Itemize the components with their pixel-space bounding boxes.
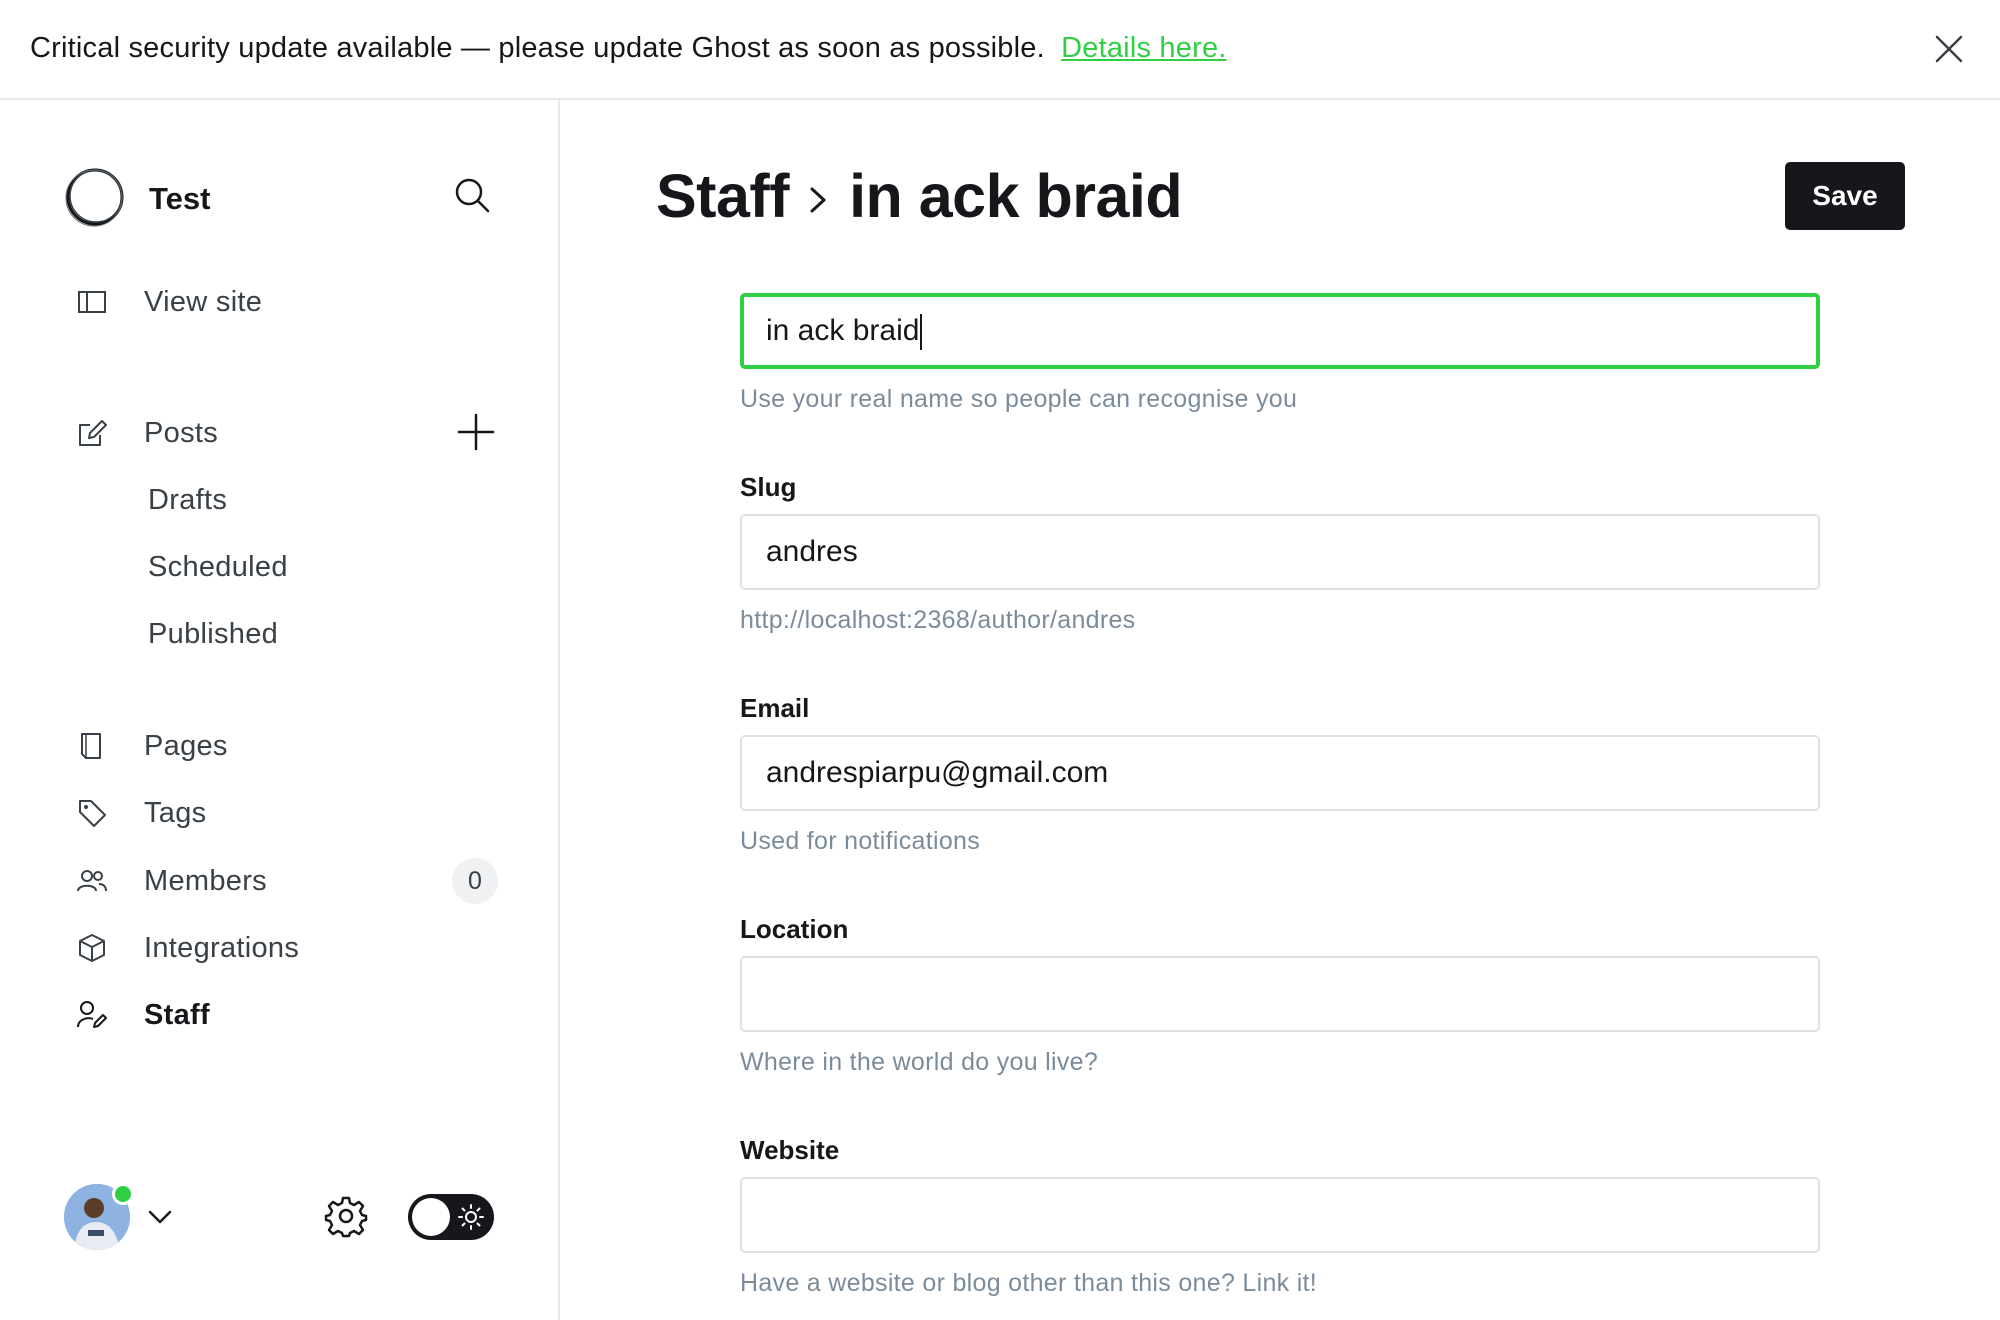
email-value: andrespiarpu@gmail.com <box>766 756 1109 789</box>
nav-staff[interactable]: Staff <box>56 987 506 1043</box>
close-icon[interactable] <box>1932 32 1966 66</box>
nav-members-label: Members <box>144 865 267 897</box>
nav-posts[interactable]: Posts <box>56 405 506 461</box>
website-label: Website <box>740 1135 840 1165</box>
nav-tags-label: Tags <box>144 797 207 829</box>
nav-pages[interactable]: Pages <box>56 718 506 774</box>
online-status-dot <box>112 1183 134 1205</box>
page-title: Staff in ack braid <box>656 158 1183 234</box>
slug-url-help: http://localhost:2368/author/andres <box>740 606 1136 634</box>
nav-integrations-label: Integrations <box>144 932 300 964</box>
full-name-input[interactable]: in ack braid <box>740 293 1820 369</box>
text-caret <box>920 314 923 351</box>
search-icon[interactable] <box>452 175 492 215</box>
nav-posts-label: Posts <box>144 417 219 449</box>
banner-message: Critical security update available — ple… <box>30 32 1045 64</box>
location-input[interactable] <box>740 956 1820 1032</box>
site-logo-icon <box>65 168 124 227</box>
chevron-down-icon[interactable] <box>146 1205 174 1229</box>
add-post-icon[interactable] <box>456 412 496 452</box>
theme-toggle[interactable] <box>408 1194 494 1240</box>
nav-view-site[interactable]: View site <box>56 274 506 330</box>
edit-icon <box>79 420 107 446</box>
slug-input[interactable]: andres <box>740 514 1820 590</box>
update-banner: Critical security update available — ple… <box>0 0 2000 100</box>
nav-published[interactable]: Published <box>148 618 278 651</box>
slug-value: andres <box>766 535 858 568</box>
site-name[interactable]: Test <box>149 181 210 217</box>
staff-icon <box>77 1001 107 1028</box>
toggle-knob <box>412 1198 450 1236</box>
sun-icon <box>458 1204 484 1230</box>
view-site-icon <box>78 291 106 313</box>
slug-label: Slug <box>740 472 797 502</box>
email-label: Email <box>740 693 810 723</box>
breadcrumb-current: in ack braid <box>849 162 1183 230</box>
banner-details-link[interactable]: Details here. <box>1061 32 1226 64</box>
page-icon <box>81 733 101 759</box>
website-input[interactable] <box>740 1177 1820 1253</box>
nav-members[interactable]: Members <box>56 853 506 909</box>
nav-view-site-label: View site <box>144 286 263 318</box>
members-count-badge: 0 <box>452 858 498 904</box>
members-icon <box>77 870 107 892</box>
breadcrumb-staff-link[interactable]: Staff <box>656 161 790 231</box>
website-help: Have a website or blog other than this o… <box>740 1269 1318 1297</box>
banner-message-wrap: Critical security update available — ple… <box>30 32 1227 65</box>
email-help: Used for notifications <box>740 827 981 855</box>
full-name-value: in ack braid <box>766 314 920 347</box>
chevron-right-icon <box>810 187 826 213</box>
nav-scheduled[interactable]: Scheduled <box>148 551 288 584</box>
nav-staff-label: Staff <box>144 999 210 1031</box>
email-input[interactable]: andrespiarpu@gmail.com <box>740 735 1820 811</box>
location-help: Where in the world do you live? <box>740 1048 1099 1076</box>
nav-drafts[interactable]: Drafts <box>148 484 227 517</box>
save-button[interactable]: Save <box>1785 162 1905 230</box>
integrations-icon <box>79 934 105 962</box>
location-label: Location <box>740 914 849 944</box>
tag-icon <box>79 800 106 827</box>
nav-pages-label: Pages <box>144 730 228 762</box>
nav-integrations[interactable]: Integrations <box>56 920 506 976</box>
full-name-help: Use your real name so people can recogni… <box>740 385 1298 413</box>
nav-tags[interactable]: Tags <box>56 785 506 841</box>
gear-icon[interactable] <box>324 1194 368 1238</box>
